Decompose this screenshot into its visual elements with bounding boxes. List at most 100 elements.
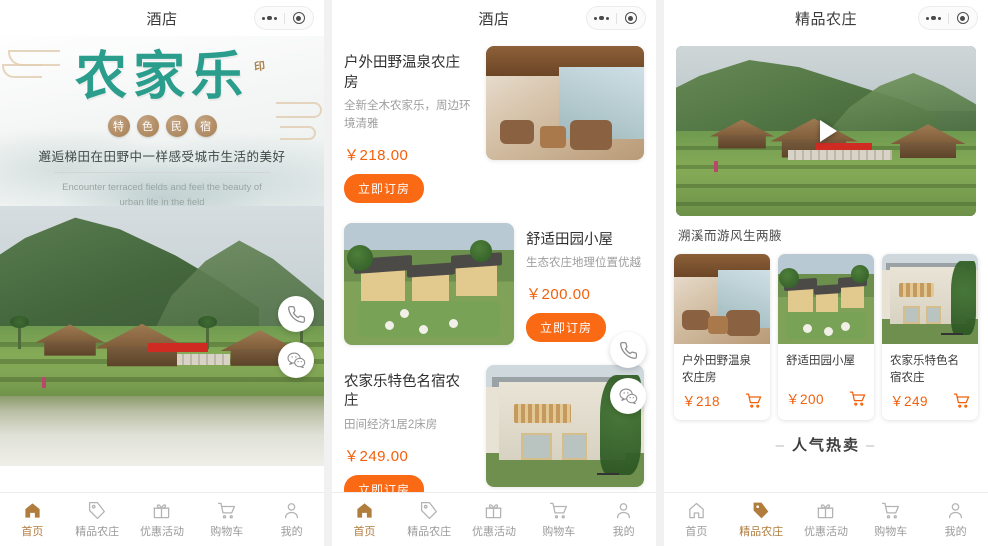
play-icon — [820, 120, 837, 142]
tab-home[interactable]: 首页 — [0, 501, 65, 539]
list-item[interactable]: 舒适田园小屋 生态农庄地理位置优越 ￥200.00 立即订房 — [332, 213, 656, 355]
video-caption: 溯溪而游风生两腋 — [678, 229, 783, 243]
hero-badge-group: 特 色 民 宿 — [0, 114, 324, 137]
tab-label: 首页 — [685, 525, 708, 538]
cart-icon[interactable] — [849, 390, 866, 407]
section-heading: 人气热卖 — [791, 437, 860, 455]
list-scroll[interactable]: 户外田野温泉农庄房 全新全木农家乐，周边环境清雅 ￥218.00 立即订房 舒适… — [332, 36, 656, 492]
product-title: 农家乐特色名宿农庄 — [890, 355, 959, 384]
screenshot-stage: 酒店 印 农家乐 特 色 民 宿 邂逅梯田在田野中一样感受城市生活的美好 Enc… — [0, 0, 988, 546]
book-now-button[interactable]: 立即订房 — [344, 173, 425, 203]
product-card[interactable]: 户外田野温泉农庄房 ￥218 — [674, 254, 770, 421]
tab-home[interactable]: 首页 — [332, 501, 397, 539]
cart-icon — [218, 502, 236, 518]
panel-list: 酒店 户外田野温泉农庄房 全新全木农家乐，周边环境清雅 ￥218.00 立即订房 — [332, 0, 656, 546]
tag-icon — [753, 502, 768, 518]
target-icon[interactable] — [617, 12, 645, 24]
tab-promotions[interactable]: 优惠活动 — [130, 501, 195, 539]
user-icon — [285, 502, 299, 518]
hero-badge: 色 — [136, 114, 159, 137]
tag-icon — [88, 501, 105, 519]
cart-icon[interactable] — [745, 392, 762, 409]
tab-cart[interactable]: 购物车 — [526, 501, 591, 539]
list-item[interactable]: 户外田野温泉农庄房 全新全木农家乐，周边环境清雅 ￥218.00 立即订房 — [332, 36, 656, 213]
tab-promotions[interactable]: 优惠活动 — [462, 501, 527, 539]
book-now-button[interactable]: 立即订房 — [344, 474, 425, 492]
miniprogram-capsule[interactable] — [254, 6, 314, 30]
tab-profile[interactable]: 我的 — [591, 501, 656, 539]
miniprogram-capsule[interactable] — [918, 6, 978, 30]
gift-icon — [486, 503, 502, 518]
tab-label: 我的 — [280, 525, 303, 538]
product-price: ￥249 — [890, 394, 929, 410]
phone-fab[interactable] — [610, 332, 646, 368]
list-item-desc: 生态农庄地理位置优越 — [526, 257, 641, 270]
hero-banner: 印 农家乐 特 色 民 宿 邂逅梯田在田野中一样感受城市生活的美好 Encoun… — [0, 36, 324, 206]
list-item-thumbnail[interactable] — [486, 46, 644, 160]
tab-farmstay[interactable]: 精品农庄 — [65, 501, 130, 539]
bottom-tabbar: 首页 精品农庄 优惠活动 购物车 我的 — [332, 492, 656, 546]
play-button[interactable] — [805, 110, 847, 152]
product-card[interactable]: 舒适田园小屋 ￥200 — [778, 254, 874, 421]
floating-action-group — [278, 296, 314, 388]
home-body: 印 农家乐 特 色 民 宿 邂逅梯田在田野中一样感受城市生活的美好 Encoun… — [0, 36, 324, 492]
home-icon — [25, 502, 40, 518]
photo-water — [0, 395, 324, 466]
wechat-fab[interactable] — [610, 378, 646, 414]
tab-profile[interactable]: 我的 — [923, 501, 988, 539]
cart-icon — [882, 502, 900, 518]
farmstay-body: 溯溪而游风生两腋 户外田野温泉农庄房 ￥218 舒适田园小屋 ￥200 农家乐特… — [664, 36, 988, 492]
photo-red-banner — [148, 342, 208, 352]
target-icon[interactable] — [285, 12, 313, 24]
tab-cart[interactable]: 购物车 — [194, 501, 259, 539]
wechat-icon — [286, 352, 305, 368]
tab-farmstay[interactable]: 精品农庄 — [729, 501, 794, 539]
product-title: 舒适田园小屋 — [786, 355, 855, 367]
cart-icon[interactable] — [953, 392, 970, 409]
more-dots-icon[interactable] — [920, 15, 948, 21]
more-dots-icon[interactable] — [588, 15, 616, 21]
list-item[interactable]: 农家乐特色名宿农庄 田间经济1居2床房 ￥249.00 立即订房 — [332, 355, 656, 492]
list-item-text: 户外田野温泉农庄房 全新全木农家乐，周边环境清雅 ￥218.00 立即订房 — [344, 46, 474, 203]
product-card[interactable]: 农家乐特色名宿农庄 ￥249 — [882, 254, 978, 421]
tab-label: 优惠活动 — [803, 525, 848, 538]
list-item-text: 农家乐特色名宿农庄 田间经济1居2床房 ￥249.00 立即订房 — [344, 365, 474, 492]
list-item-desc: 全新全木农家乐，周边环境清雅 — [344, 100, 471, 130]
product-footer: ￥218 — [674, 386, 770, 420]
cart-icon — [550, 502, 568, 518]
more-dots-icon[interactable] — [256, 15, 284, 21]
tab-label: 精品农庄 — [739, 525, 784, 538]
product-footer: ￥249 — [882, 386, 978, 420]
tab-label: 优惠活动 — [139, 525, 184, 538]
tag-icon — [420, 501, 437, 519]
product-image — [778, 254, 874, 344]
tab-label: 购物车 — [542, 525, 576, 538]
section-dash-right: – — [866, 437, 877, 455]
topbar: 酒店 — [0, 0, 324, 36]
tab-promotions[interactable]: 优惠活动 — [794, 501, 859, 539]
hero-divider — [54, 171, 270, 173]
home-icon — [689, 502, 704, 518]
phone-fab[interactable] — [278, 296, 314, 332]
tab-cart[interactable]: 购物车 — [858, 501, 923, 539]
section-heading-row: – 人气热卖 – — [664, 420, 988, 463]
list-item-thumbnail[interactable] — [344, 222, 514, 345]
topbar: 精品农庄 — [664, 0, 988, 36]
list-item-price: ￥218.00 — [344, 146, 409, 164]
video-player[interactable] — [676, 46, 976, 216]
tab-profile[interactable]: 我的 — [259, 501, 324, 539]
panel-farmstay: 精品农庄 溯溪而游风生两腋 户外田野温泉农庄房 ￥218 舒适田园小屋 ￥200… — [664, 0, 988, 546]
miniprogram-capsule[interactable] — [586, 6, 646, 30]
book-now-button[interactable]: 立即订房 — [526, 313, 607, 343]
wechat-fab[interactable] — [278, 342, 314, 378]
target-icon[interactable] — [949, 12, 977, 24]
product-image — [674, 254, 770, 344]
list-item-desc: 田间经济1居2床房 — [344, 418, 438, 431]
tab-label: 我的 — [944, 525, 967, 538]
user-icon — [617, 502, 631, 518]
tab-home[interactable]: 首页 — [664, 501, 729, 539]
list-item-title: 舒适田园小屋 — [526, 231, 613, 248]
tab-farmstay[interactable]: 精品农庄 — [397, 501, 462, 539]
photo-person — [42, 377, 46, 388]
gift-icon — [818, 503, 834, 518]
